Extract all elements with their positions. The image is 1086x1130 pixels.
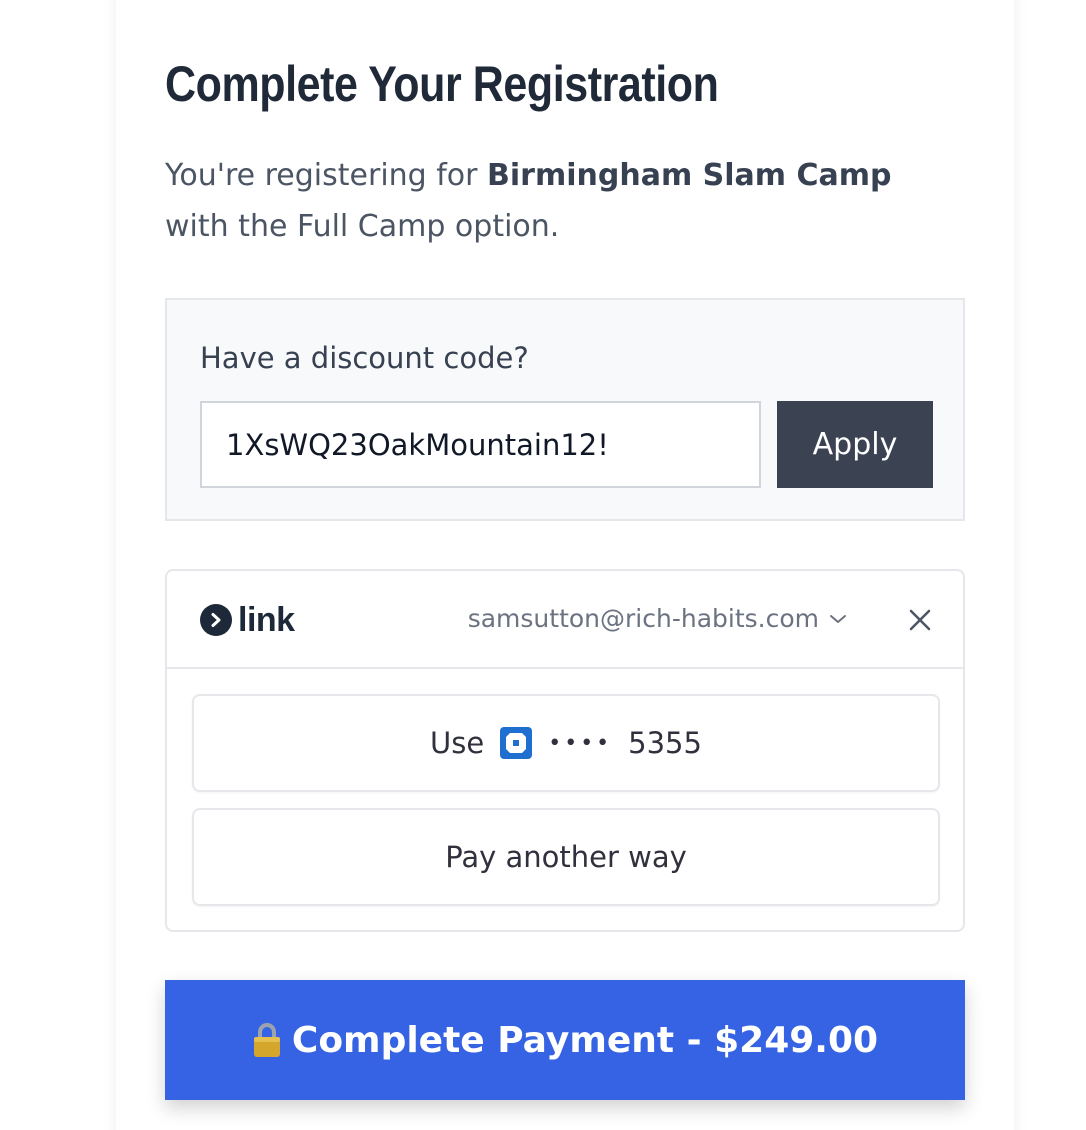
link-header: link samsutton@rich-habits.com [167,571,963,669]
link-email: samsutton@rich-habits.com [467,604,819,633]
complete-payment-button[interactable]: Complete Payment - $249.00 [165,980,965,1100]
discount-code-input[interactable] [200,401,761,488]
subtitle-prefix: You're registering for [165,158,488,193]
discount-label: Have a discount code? [200,341,529,375]
complete-payment-label: Complete Payment - $249.00 [291,1019,879,1061]
registration-subtitle: You're registering for Birmingham Slam C… [165,150,945,252]
link-logo-icon [200,604,232,636]
link-payment-section: link samsutton@rich-habits.com Use •••• … [165,569,965,932]
apply-discount-button[interactable]: Apply [777,401,933,488]
link-logo: link [200,603,295,637]
use-saved-card-button[interactable]: Use •••• 5355 [192,694,940,792]
link-account-dropdown[interactable]: samsutton@rich-habits.com [468,601,847,637]
page-title: Complete Your Registration [165,56,719,112]
subtitle-suffix: with the Full Camp option. [165,209,560,244]
use-label: Use [430,726,485,760]
card-mask-dots: •••• [548,730,613,756]
card-last4: 5355 [628,726,702,760]
discount-section: Have a discount code? Apply [165,298,965,521]
chevron-down-icon [830,615,846,623]
link-brand-text: link [238,601,295,639]
camp-name: Birmingham Slam Camp [487,158,892,193]
chase-bank-icon [500,727,533,759]
pay-another-way-button[interactable]: Pay another way [192,808,940,906]
lock-icon [252,1022,282,1058]
close-icon[interactable] [907,607,933,633]
